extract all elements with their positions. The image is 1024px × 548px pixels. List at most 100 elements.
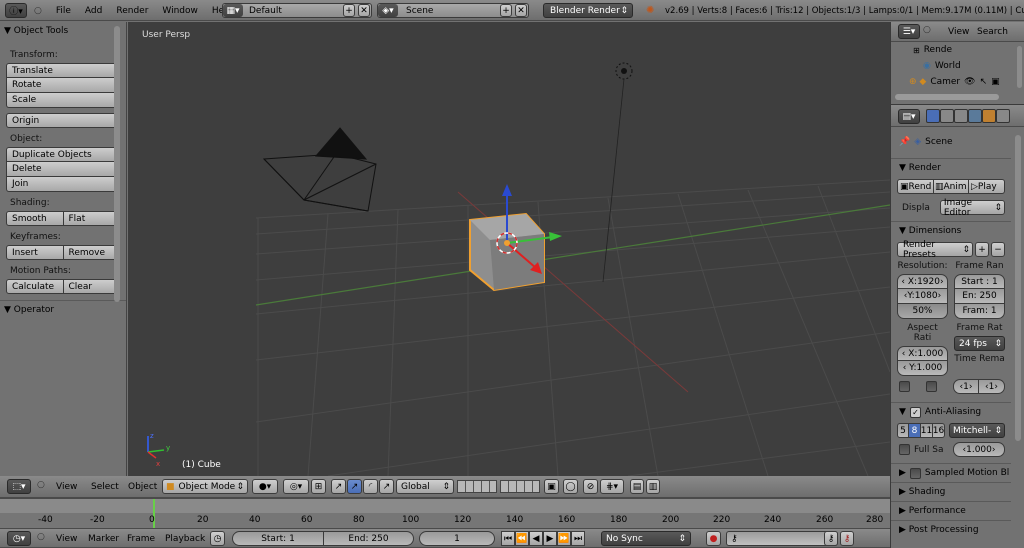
prev-keyframe-icon[interactable]: ⏪ <box>515 531 529 546</box>
editor-type-3d-icon[interactable]: ⬚▾ <box>7 479 31 494</box>
mode-dropdown[interactable]: ■ Object Mode ⇕ <box>162 479 248 494</box>
clear-button[interactable]: Clear <box>63 279 120 294</box>
timeline-area[interactable]: -40 -20 0 20 40 60 80 100 120 140 160 18… <box>0 498 890 529</box>
outliner-collapse-icon[interactable]: ○ <box>923 25 931 35</box>
add-scene-icon[interactable]: + <box>500 4 512 17</box>
viewport-shading-dropdown[interactable]: ●▾ <box>252 479 278 494</box>
timeline-menu-frame[interactable]: Frame <box>127 534 155 544</box>
full-sample-checkbox[interactable] <box>899 444 910 455</box>
fps-dropdown[interactable]: 24 fps ⇕ <box>954 336 1005 351</box>
properties-editor-icon[interactable]: ▤▾ <box>898 109 920 124</box>
menu-file[interactable]: File <box>49 6 78 16</box>
snap-toggle-icon[interactable]: ⊘ <box>583 479 598 494</box>
aspect-x-field[interactable]: ‹ X: 1.000 <box>897 346 948 361</box>
calculate-button[interactable]: Calculate <box>6 279 64 294</box>
orientation-dropdown[interactable]: Global ⇕ <box>396 479 454 494</box>
insert-keyframe-icon[interactable]: ⚷ <box>824 531 838 546</box>
scene-tab-icon[interactable] <box>954 109 968 123</box>
outliner-item[interactable]: ⊕ ◆ Camer 👁 ↖ ▣ <box>891 74 1024 90</box>
crop-checkbox[interactable] <box>926 381 937 392</box>
next-keyframe-icon[interactable]: ⏩ <box>557 531 571 546</box>
delete-button[interactable]: Delete <box>6 162 120 177</box>
resolution-percentage-field[interactable]: 50% <box>897 304 948 319</box>
keying-set-field[interactable]: ⚷ <box>726 531 838 546</box>
menu-object[interactable]: Object <box>128 482 157 492</box>
delete-keyframe-icon[interactable]: ⚷ <box>840 531 854 546</box>
timeline-menu-marker[interactable]: Marker <box>88 534 119 544</box>
start-frame-prop[interactable]: Start : 1 <box>954 274 1005 289</box>
collapse-timeline-icon[interactable]: ○ <box>37 532 45 542</box>
outliner-menu-search[interactable]: Search <box>977 27 1008 37</box>
remove-layout-icon[interactable]: ✕ <box>358 4 370 17</box>
join-button[interactable]: Join <box>6 177 120 192</box>
aspect-y-field[interactable]: ‹ Y: 1.000 <box>897 361 948 376</box>
add-preset-icon[interactable]: + <box>975 242 989 257</box>
snap-element-dropdown[interactable]: ⋕▾ <box>600 479 624 494</box>
aa-sample-8[interactable]: 8 <box>909 423 921 438</box>
outliner-editor-icon[interactable]: ☰▾ <box>898 24 920 39</box>
select-icon[interactable]: ↖ <box>980 77 988 87</box>
outliner-menu-view[interactable]: View <box>948 27 969 37</box>
sampled-motion-panel-header[interactable]: ▶ Sampled Motion Bl <box>891 464 1011 482</box>
origin-button[interactable]: Origin <box>6 113 120 128</box>
menu-render[interactable]: Render <box>109 6 155 16</box>
timeline-menu-playback[interactable]: Playback <box>165 534 205 544</box>
sync-dropdown[interactable]: No Sync ⇕ <box>601 531 691 546</box>
render-toggle-icon[interactable]: ▣ <box>991 77 1000 87</box>
object-tools-header[interactable]: ▼ Object Tools <box>0 22 126 40</box>
add-layout-icon[interactable]: + <box>343 4 355 17</box>
layers-group-1[interactable] <box>457 480 497 493</box>
smooth-button[interactable]: Smooth <box>6 211 64 226</box>
play-reverse-icon[interactable]: ◀ <box>529 531 543 546</box>
performance-panel-header[interactable]: ▶ Performance <box>891 502 1011 520</box>
dimensions-panel-header[interactable]: ▼ Dimensions <box>891 222 1011 240</box>
remove-keyframe-button[interactable]: Remove <box>63 245 120 260</box>
preview-range-icon[interactable]: ◷ <box>210 531 225 546</box>
render-tab-icon[interactable] <box>926 109 940 123</box>
menu-select[interactable]: Select <box>91 482 119 492</box>
operator-header[interactable]: ▼ Operator <box>0 301 126 319</box>
play-button[interactable]: ▷ Play <box>969 179 1005 194</box>
antialiasing-checkbox[interactable]: ✓ <box>909 406 921 418</box>
end-frame-prop[interactable]: En: 250 <box>954 289 1005 304</box>
resolution-x-field[interactable]: ‹ X: 1920 › <box>897 274 948 289</box>
current-frame-field[interactable]: 1 <box>419 531 495 546</box>
tool-shelf-scrollbar[interactable] <box>114 26 120 302</box>
proportional-edit-icon[interactable]: ◯ <box>563 479 578 494</box>
insert-keyframe-button[interactable]: Insert <box>6 245 64 260</box>
render-layers-tab-icon[interactable] <box>940 109 954 123</box>
display-dropdown[interactable]: Image Editor ⇕ <box>939 198 1005 218</box>
duplicate-objects-button[interactable]: Duplicate Objects <box>6 147 120 162</box>
record-icon[interactable]: ● <box>706 531 721 546</box>
render-opengl-icon[interactable]: ▤ <box>630 479 644 494</box>
timeline-menu-view[interactable]: View <box>56 534 77 544</box>
scene-selector[interactable]: ◈▾ Scene + ✕ <box>377 3 529 18</box>
rotate-button[interactable]: Rotate <box>6 78 120 93</box>
flat-button[interactable]: Flat <box>63 211 120 226</box>
collapse-header-icon[interactable]: ○ <box>37 480 45 490</box>
constraints-tab-icon[interactable] <box>996 109 1010 123</box>
render-animation-icon[interactable]: ▥ <box>646 479 660 494</box>
remap-old-field[interactable]: ‹ 1 › <box>953 379 979 394</box>
play-icon[interactable]: ▶ <box>543 531 557 546</box>
menu-window[interactable]: Window <box>155 6 205 16</box>
collapse-icon[interactable]: ○ <box>27 6 49 16</box>
lock-layers-icon[interactable]: ▣ <box>544 479 559 494</box>
layers-group-2[interactable] <box>500 480 540 493</box>
shading-panel-header[interactable]: ▶ Shading <box>891 483 1011 501</box>
rotate-manipulator-icon[interactable]: ◜ <box>363 479 378 494</box>
object-tab-icon[interactable] <box>982 109 996 123</box>
outliner-item[interactable]: ◉ World <box>891 58 1024 74</box>
translate-manipulator-icon[interactable]: ↗ <box>331 479 346 494</box>
render-presets-dropdown[interactable]: Render Presets ⇕ <box>897 240 973 260</box>
outliner-item[interactable]: ⊞ Rende <box>891 42 1024 58</box>
end-frame-field[interactable]: End: 250 <box>324 531 414 546</box>
aa-filter-dropdown[interactable]: Mitchell- ⇕ <box>949 423 1005 438</box>
pivot-point-dropdown[interactable]: ◎▾ <box>283 479 309 494</box>
scale-manipulator-icon[interactable]: ↗ <box>379 479 394 494</box>
jump-start-icon[interactable]: ⏮ <box>501 531 515 546</box>
antialiasing-panel-header[interactable]: ▼ ✓ Anti-Aliasing <box>891 403 1011 421</box>
world-tab-icon[interactable] <box>968 109 982 123</box>
aa-sample-16[interactable]: 16 <box>933 423 945 438</box>
layout-selector[interactable]: ▦▾ Default + ✕ <box>222 3 372 18</box>
